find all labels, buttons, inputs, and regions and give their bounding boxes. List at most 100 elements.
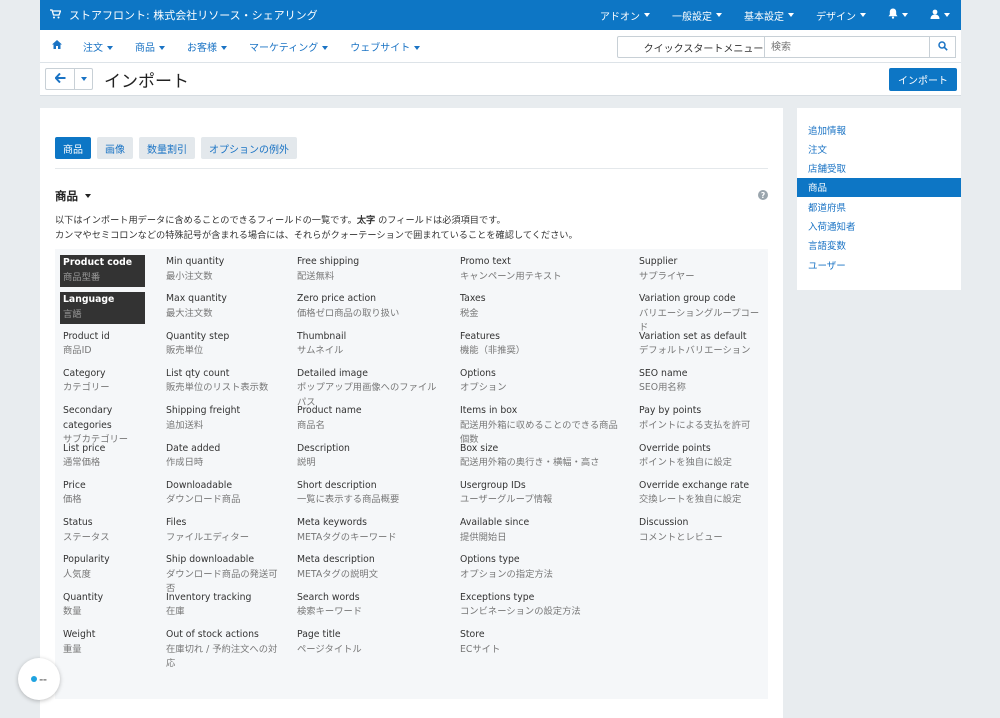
field-name: SEO name bbox=[639, 367, 688, 379]
tab-products[interactable]: 商品 bbox=[55, 137, 91, 159]
search-button[interactable] bbox=[929, 36, 956, 58]
sidebar-item[interactable]: 言語変数 bbox=[797, 236, 961, 255]
field-label-jp: ステータス bbox=[63, 531, 110, 543]
sidebar-item[interactable]: 商品 bbox=[797, 177, 961, 197]
sidebar-panel: 追加情報 注文 店舗受取 商品 都道府県 入荷通知者 言語変数 ユーザー bbox=[797, 108, 961, 290]
field-label-jp: 人気度 bbox=[63, 568, 91, 580]
nav-website[interactable]: ウェブサイト bbox=[339, 39, 431, 54]
field-name: Quantity step bbox=[166, 330, 230, 342]
field-item: Pay by points ポイントによる支払を許可 bbox=[639, 404, 761, 433]
arrow-left-icon bbox=[53, 72, 66, 86]
field-name: Shipping freight bbox=[166, 405, 241, 417]
store-brand[interactable]: ストアフロント: 株式会社リソース・シェアリング bbox=[40, 7, 318, 23]
field-name: Category bbox=[63, 367, 106, 379]
home-icon[interactable] bbox=[40, 40, 72, 52]
field-label-jp: 数量 bbox=[63, 606, 82, 618]
field-label-jp: サムネイル bbox=[297, 345, 344, 357]
nav-orders[interactable]: 注文 bbox=[72, 39, 124, 54]
field-item: List price 通常価格 bbox=[63, 442, 148, 471]
menu-design[interactable]: デザイン bbox=[805, 0, 877, 30]
menu-general-settings[interactable]: 一般設定 bbox=[661, 0, 733, 30]
description-line-2: カンマやセミコロンなどの特殊記号が含まれる場合には、それらがクォーテーションで囲… bbox=[55, 230, 578, 241]
field-name: Variation group code bbox=[639, 293, 736, 305]
field-item: Zero price action 価格ゼロ商品の取り扱い bbox=[297, 292, 445, 321]
field-label-jp: 追加送料 bbox=[166, 419, 204, 431]
help-icon[interactable]: ? bbox=[758, 190, 768, 200]
sidebar-item[interactable]: ユーザー bbox=[797, 255, 961, 274]
description-text: のフィールドは必須項目です。 bbox=[378, 215, 506, 226]
menu-general-settings-label: 一般設定 bbox=[672, 11, 712, 23]
field-label-jp: 最大注文数 bbox=[166, 307, 213, 319]
page-header: インポート インポート bbox=[40, 63, 961, 96]
field-label-jp: ポイントを独自に設定 bbox=[639, 457, 732, 468]
nav-orders-label: 注文 bbox=[83, 42, 103, 54]
tab-option-exceptions[interactable]: オプションの例外 bbox=[201, 137, 297, 159]
field-item: Thumbnail サムネイル bbox=[297, 330, 445, 359]
field-name: Meta description bbox=[297, 554, 375, 566]
field-item: Supplier サプライヤー bbox=[639, 255, 761, 284]
field-name: Usergroup IDs bbox=[460, 479, 526, 491]
field-label-jp: 説明 bbox=[297, 457, 316, 468]
field-label-jp: コンビネーションの設定方法 bbox=[460, 606, 581, 618]
tab-qty-discounts[interactable]: 数量割引 bbox=[139, 137, 195, 159]
field-item: Features 機能（非推奨） bbox=[460, 330, 618, 359]
field-item: Quantity 数量 bbox=[63, 591, 148, 620]
section-title[interactable]: 商品 bbox=[55, 188, 91, 204]
field-name: Promo text bbox=[460, 256, 511, 267]
field-label-jp: ファイルエディター bbox=[166, 531, 250, 543]
field-name: Search words bbox=[297, 591, 360, 603]
chevron-down-icon bbox=[85, 194, 91, 198]
field-label-jp: 交換レートを独自に設定 bbox=[639, 494, 742, 506]
import-button[interactable]: インポート bbox=[889, 68, 957, 91]
sidebar-item[interactable]: 追加情報 bbox=[797, 120, 961, 139]
nav-customers[interactable]: お客様 bbox=[176, 39, 238, 54]
top-bar: ストアフロント: 株式会社リソース・シェアリング アドオン 一般設定 基本設定 … bbox=[40, 0, 961, 30]
field-label-jp: METAタグの説明文 bbox=[297, 568, 378, 580]
field-label-jp: オプションの指定方法 bbox=[460, 568, 553, 580]
field-name: Ship downloadable bbox=[166, 554, 255, 566]
nav-marketing[interactable]: マーケティング bbox=[238, 39, 339, 54]
chevron-down-icon bbox=[716, 13, 722, 17]
field-name: Status bbox=[63, 517, 93, 529]
field-name: Override points bbox=[639, 442, 711, 454]
notifications-menu[interactable] bbox=[877, 0, 919, 30]
field-name: Supplier bbox=[639, 256, 678, 267]
field-name: Short description bbox=[297, 479, 377, 491]
field-item: Exceptions type コンビネーションの設定方法 bbox=[460, 591, 618, 620]
field-name: Out of stock actions bbox=[166, 629, 259, 640]
field-label-jp: カテゴリー bbox=[63, 382, 110, 394]
field-name: Secondary categories bbox=[63, 405, 113, 431]
sidebar-item[interactable]: 店舗受取 bbox=[797, 159, 961, 178]
field-item: Options type オプションの指定方法 bbox=[460, 553, 618, 582]
field-item: Options オプション bbox=[460, 367, 618, 396]
chevron-down-icon bbox=[788, 13, 794, 17]
field-label-jp: 言語 bbox=[63, 308, 82, 320]
nav-products[interactable]: 商品 bbox=[124, 39, 176, 54]
tab-images[interactable]: 画像 bbox=[97, 137, 133, 159]
import-tabs: 商品 画像 数量割引 オプションの例外 bbox=[55, 137, 303, 159]
field-name: Product id bbox=[63, 330, 110, 342]
field-item: Description 説明 bbox=[297, 442, 445, 471]
field-item: Out of stock actions 在庫切れ / 予約注文への対応 bbox=[166, 628, 278, 672]
sidebar-item[interactable]: 注文 bbox=[797, 139, 961, 158]
field-item: Available since 提供開始日 bbox=[460, 516, 618, 545]
widget-logo-mark: ▬▬ bbox=[39, 676, 47, 682]
field-name: Product name bbox=[297, 405, 362, 417]
field-label-jp: オプション bbox=[460, 382, 507, 394]
user-menu[interactable] bbox=[919, 0, 961, 30]
sidebar-item[interactable]: 入荷通知者 bbox=[797, 217, 961, 236]
back-history-dropdown[interactable] bbox=[74, 68, 93, 90]
field-label-jp: ユーザーグループ情報 bbox=[460, 494, 553, 506]
field-name: Override exchange rate bbox=[639, 479, 750, 491]
description-bold: 太字 bbox=[356, 215, 376, 226]
field-name: Date added bbox=[166, 442, 221, 454]
menu-basic-settings[interactable]: 基本設定 bbox=[733, 0, 805, 30]
sidebar-item[interactable]: 都道府県 bbox=[797, 197, 961, 216]
field-label-jp: 作成日時 bbox=[166, 457, 204, 468]
back-button[interactable] bbox=[45, 68, 75, 90]
field-name: Popularity bbox=[63, 554, 110, 566]
field-name: Zero price action bbox=[297, 293, 377, 305]
menu-addons[interactable]: アドオン bbox=[589, 0, 661, 30]
floating-widget-button[interactable]: ▬▬ bbox=[18, 658, 60, 700]
search-input[interactable] bbox=[764, 36, 929, 58]
